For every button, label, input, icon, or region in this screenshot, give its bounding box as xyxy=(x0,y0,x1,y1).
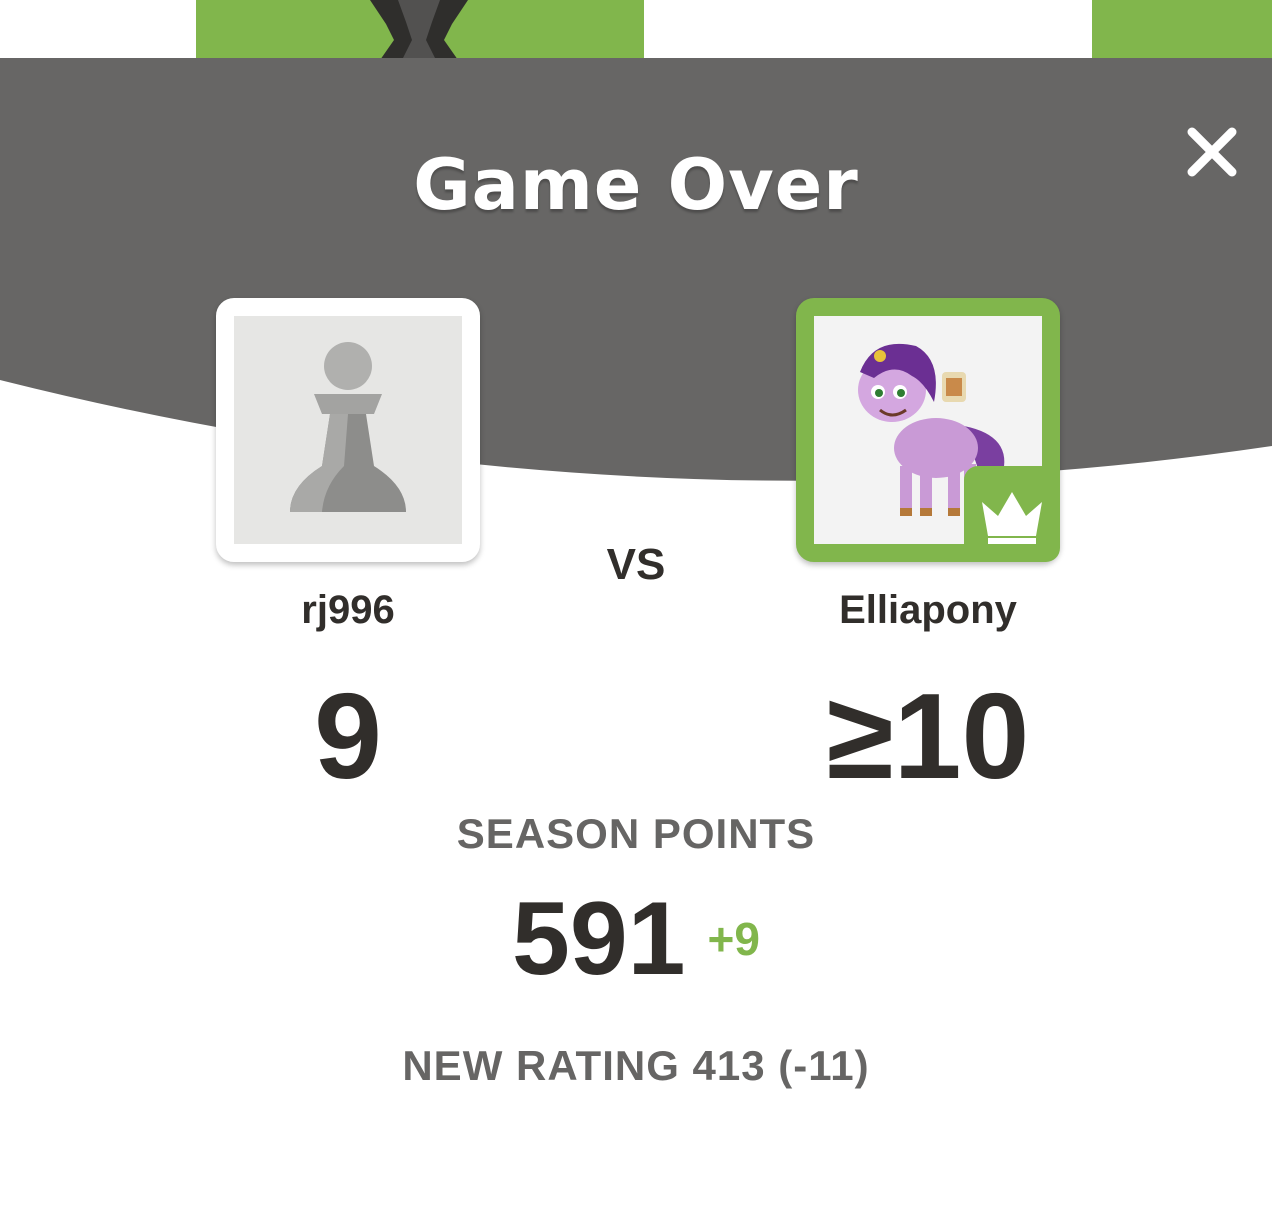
chessboard-edge xyxy=(0,0,1272,60)
season-points-row: 591 +9 xyxy=(0,874,1272,1004)
new-rating-text: NEW RATING 413 (-11) xyxy=(402,1042,870,1089)
vs-label: VS xyxy=(606,540,666,589)
player-name-right[interactable]: Elliapony xyxy=(768,588,1088,633)
modal-header-background xyxy=(0,58,1272,481)
game-over-screen: Game Over VS rj996 Elliapony 9 ≥10 SEASO… xyxy=(0,0,1272,1220)
season-points-delta: +9 xyxy=(707,913,760,965)
board-square xyxy=(1092,0,1272,60)
avatar-placeholder xyxy=(234,316,462,544)
player-score-left: 9 xyxy=(314,668,382,804)
board-square xyxy=(0,0,196,60)
game-over-modal: Game Over VS rj996 Elliapony 9 ≥10 SEASO… xyxy=(0,58,1272,1220)
pawn-piece-icon[interactable] xyxy=(340,0,500,60)
player-score-right: ≥10 xyxy=(826,668,1030,804)
player-name-left[interactable]: rj996 xyxy=(188,588,508,633)
player-avatar-left[interactable] xyxy=(216,298,480,562)
season-points-value: 591 xyxy=(512,881,686,997)
season-points-label: SEASON POINTS xyxy=(456,810,816,857)
close-icon[interactable] xyxy=(1180,120,1244,184)
modal-title: Game Over xyxy=(413,144,859,226)
board-square xyxy=(644,0,1092,60)
pawn-icon xyxy=(290,342,406,512)
